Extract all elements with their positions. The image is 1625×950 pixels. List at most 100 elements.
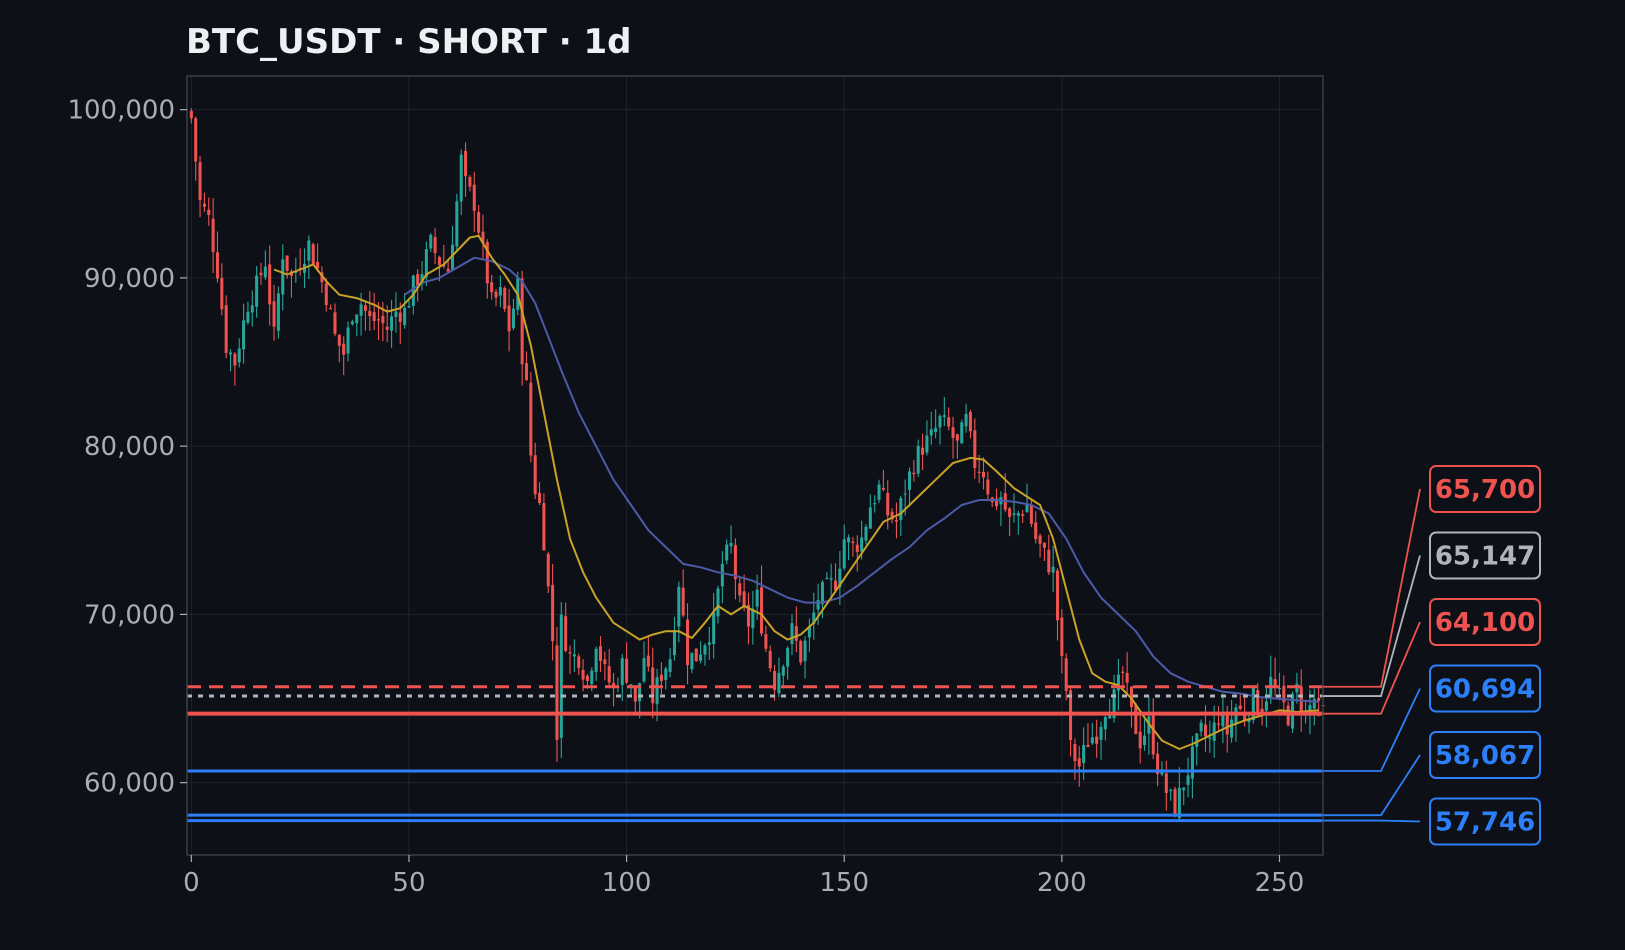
candle-body — [764, 634, 768, 649]
candle-body — [768, 650, 772, 669]
candle-body — [1138, 731, 1142, 749]
candle-body — [1312, 698, 1316, 709]
candle-body — [363, 305, 367, 311]
candle-body — [337, 334, 341, 346]
candle-body — [464, 150, 468, 177]
candle-body — [968, 411, 972, 432]
candle-body — [1073, 744, 1077, 761]
candle-body — [1317, 697, 1321, 701]
y-tick-label: 70,000 — [84, 600, 175, 630]
candle-body — [981, 472, 986, 478]
chart-title: BTC_USDT · SHORT · 1d — [186, 22, 631, 62]
candle-body — [281, 259, 285, 295]
candle-body — [912, 472, 916, 475]
candle-body — [551, 584, 555, 642]
candle-body — [881, 488, 885, 490]
candle-body — [511, 308, 515, 329]
candle-body — [1264, 701, 1268, 711]
candle-body — [433, 237, 437, 254]
candle-body — [285, 255, 289, 271]
candle-body — [672, 630, 677, 656]
candle-body — [437, 256, 441, 266]
candle-body — [629, 684, 633, 686]
candle-body — [738, 583, 742, 596]
candle-body — [198, 162, 202, 201]
candle-body — [829, 578, 833, 580]
candle-body — [1077, 758, 1081, 767]
candle-body — [468, 176, 472, 187]
candle-body — [329, 308, 333, 310]
candle-body — [407, 305, 411, 308]
candle-body — [790, 623, 794, 645]
candle-body — [1121, 671, 1125, 673]
candle-body — [947, 417, 951, 427]
candle-body — [311, 244, 315, 265]
candle-body — [1025, 504, 1029, 513]
candle-body — [703, 645, 707, 655]
candle-body — [803, 640, 807, 662]
candle-body — [194, 118, 198, 162]
candle-body — [546, 553, 550, 587]
candle-body — [1034, 522, 1038, 540]
candle-body — [1195, 733, 1199, 747]
y-tick-label: 80,000 — [84, 432, 175, 462]
level-tag-label: 58,067 — [1435, 741, 1535, 771]
candle-body — [211, 218, 215, 252]
candle-body — [1256, 690, 1260, 712]
candle-body — [942, 415, 946, 417]
candle-body — [777, 672, 781, 694]
candle-body — [424, 249, 428, 277]
candle-body — [1186, 775, 1190, 785]
candle-body — [381, 315, 385, 324]
candle-body — [259, 272, 263, 276]
candle-body — [1190, 746, 1194, 779]
candle-body — [1225, 713, 1229, 735]
candle-body — [1230, 719, 1234, 738]
candle-body — [742, 591, 746, 607]
candle-body — [555, 645, 559, 741]
candle-body — [1173, 789, 1177, 817]
candle-body — [720, 563, 724, 587]
candle-body — [376, 319, 381, 321]
candle-body — [668, 659, 672, 672]
candle-body — [620, 658, 624, 686]
candle-body — [625, 658, 629, 683]
candle-body — [794, 626, 798, 641]
candle-body — [1029, 504, 1033, 524]
candle-body — [533, 455, 537, 495]
candle-body — [786, 647, 790, 667]
candle-body — [342, 343, 346, 355]
candle-body — [677, 586, 681, 627]
candle-body — [799, 640, 803, 663]
candle-body — [686, 619, 690, 666]
candle-body — [429, 234, 433, 249]
candle-body — [825, 577, 829, 580]
candle-body — [590, 670, 594, 685]
candle-body — [263, 266, 267, 278]
candle-body — [934, 427, 938, 433]
candle-body — [899, 498, 903, 521]
candle-body — [1082, 744, 1086, 764]
candle-body — [250, 305, 254, 313]
x-tick-label: 200 — [1037, 868, 1087, 898]
candle-body — [1012, 513, 1016, 516]
level-tag-label: 65,700 — [1435, 475, 1535, 505]
candle-body — [455, 201, 459, 247]
candle-body — [416, 274, 420, 286]
candle-body — [1060, 617, 1064, 657]
candle-body — [716, 588, 720, 617]
candle-body — [1090, 737, 1094, 744]
candle-body — [585, 675, 589, 682]
candle-body — [385, 326, 389, 330]
candle-body — [220, 277, 224, 310]
candle-body — [820, 582, 824, 605]
candle-body — [233, 353, 237, 366]
candle-body — [542, 503, 546, 551]
level-tag-label: 65,147 — [1435, 542, 1535, 572]
candle-body — [359, 304, 363, 316]
candle-body — [524, 363, 529, 380]
candle-body — [207, 209, 211, 215]
candle-body — [577, 656, 581, 668]
candle-body — [868, 507, 872, 529]
candle-body — [368, 310, 372, 317]
